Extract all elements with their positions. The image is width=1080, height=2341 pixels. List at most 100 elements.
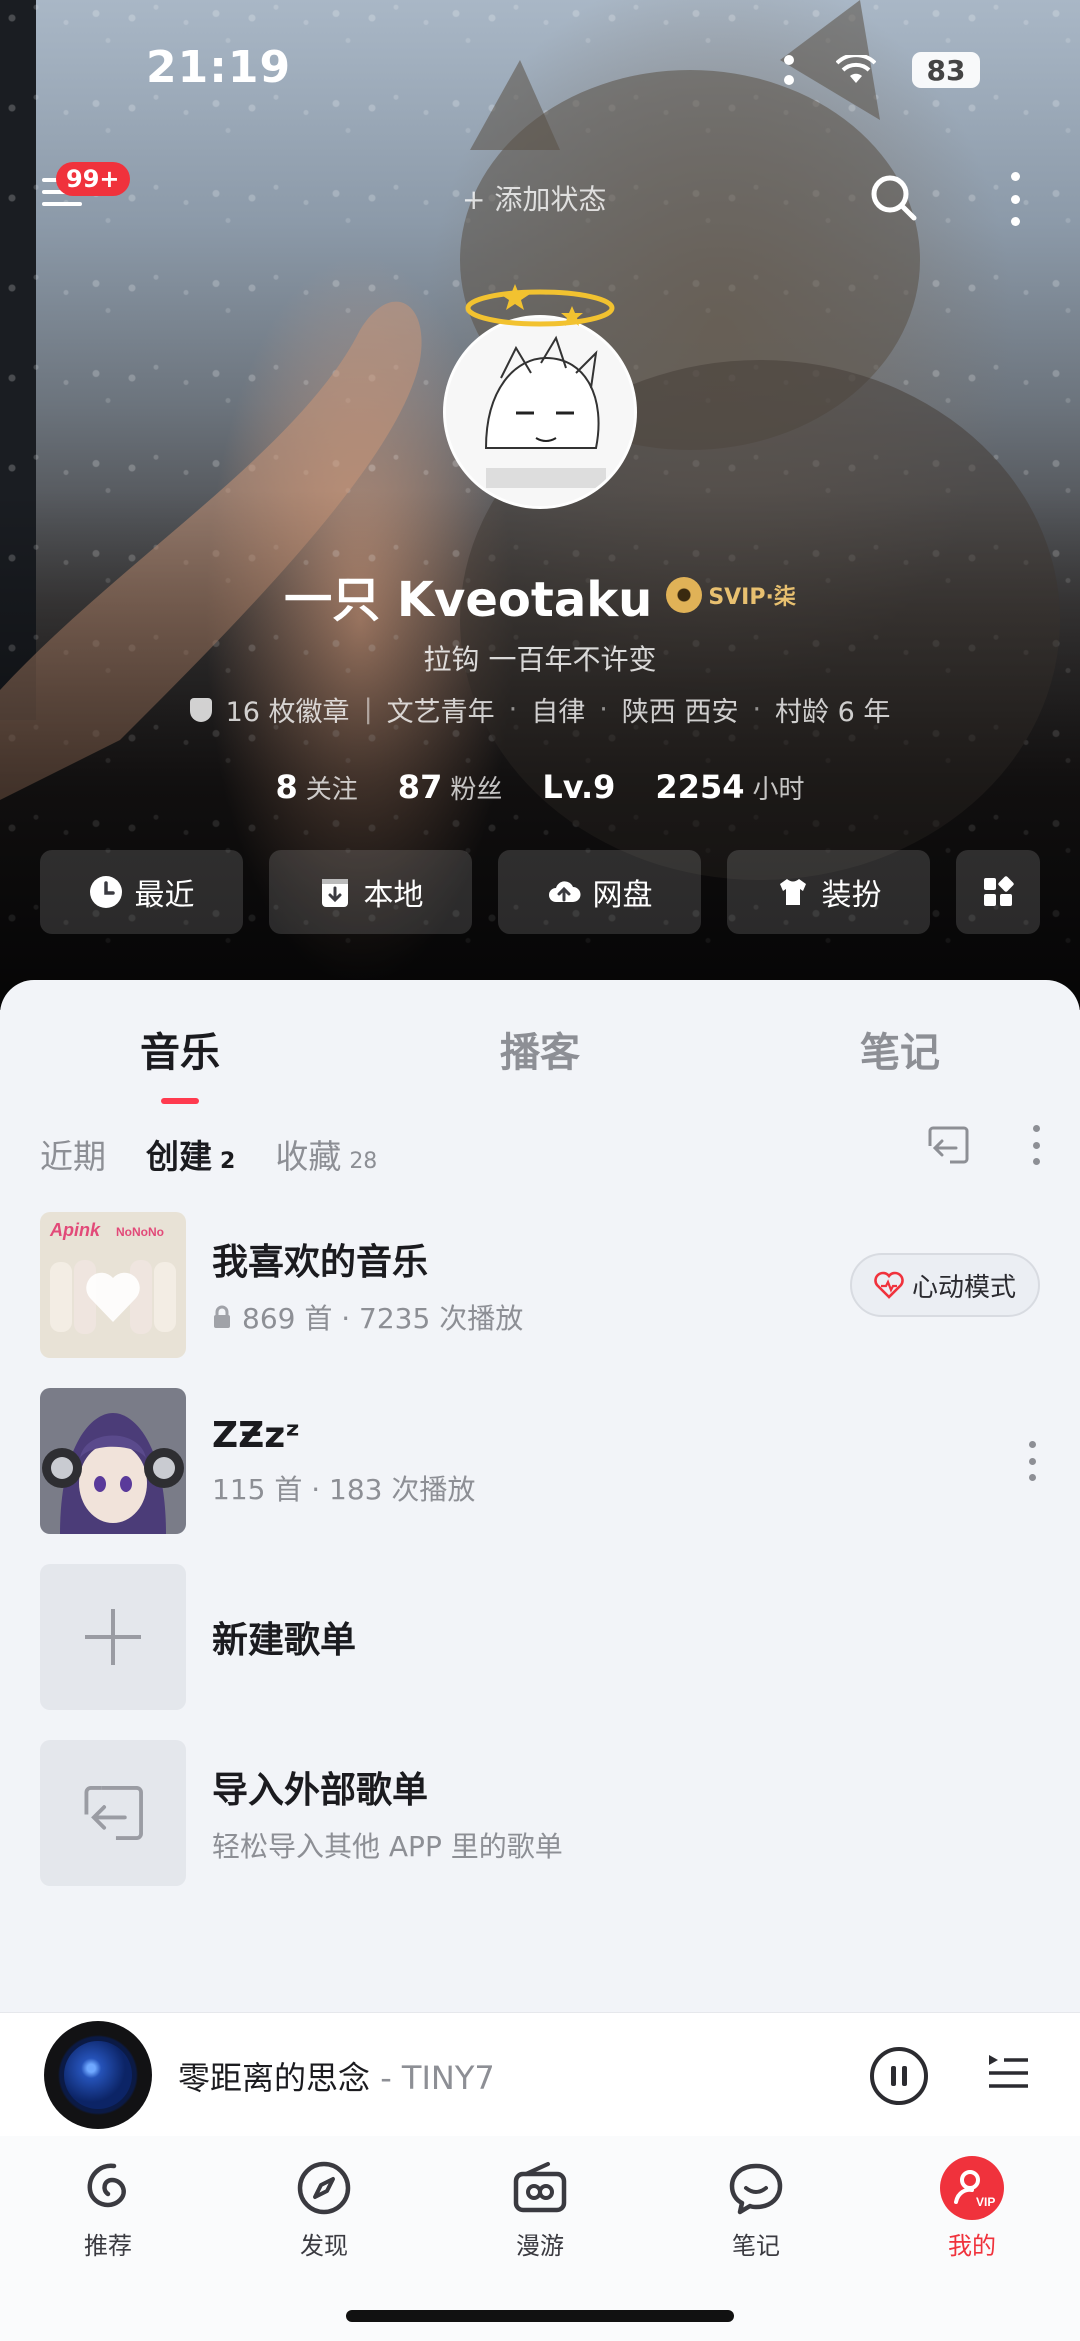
recommend-icon bbox=[87, 2163, 126, 2208]
playlist-tools bbox=[926, 1124, 1040, 1166]
tag-badges[interactable]: 16 枚徽章 bbox=[226, 690, 350, 729]
playlist-item-zzz[interactable]: ZƵzᶻ 115 首 · 183 次播放 bbox=[40, 1388, 1040, 1534]
import-icon bbox=[84, 1785, 143, 1841]
status-icons: 83 bbox=[784, 52, 980, 88]
playlist-queue-icon[interactable] bbox=[986, 2051, 1030, 2095]
tag-item: 自律 bbox=[531, 697, 586, 728]
plus-icon bbox=[85, 1609, 141, 1665]
heartbeat-mode-button[interactable]: 心动模式 bbox=[849, 1253, 1040, 1317]
cloud-drive-button[interactable]: 网盘 bbox=[498, 850, 701, 934]
heartbeat-mode-label: 心动模式 bbox=[911, 1272, 1016, 1303]
tag-item: 村龄 6 年 bbox=[775, 697, 891, 728]
playlist-info: ZƵzᶻ 115 首 · 183 次播放 bbox=[212, 1415, 1028, 1508]
nav-recommend[interactable]: 推荐 bbox=[0, 2136, 216, 2341]
playlist-more-icon[interactable] bbox=[1028, 1441, 1036, 1481]
playlist-meta: 869 首 · 7235 次播放 bbox=[212, 1297, 850, 1337]
svip-badge[interactable]: SVIP·柒 bbox=[666, 577, 796, 613]
nav-notes-label: 笔记 bbox=[732, 2232, 780, 2260]
status-time: 21:19 bbox=[146, 42, 292, 93]
now-playing-text[interactable]: 零距离的思念 - TINY7 bbox=[178, 2053, 495, 2099]
dress-up-button[interactable]: 装扮 bbox=[727, 850, 930, 934]
tag-dot: · bbox=[752, 694, 762, 725]
clock-icon bbox=[89, 876, 122, 908]
vinyl-disc-icon bbox=[666, 577, 703, 613]
pause-button[interactable] bbox=[870, 2047, 928, 2105]
nav-me-label: 我的 bbox=[948, 2232, 996, 2260]
playlist-stats: 869 首 · 7235 次播放 bbox=[242, 1302, 524, 1335]
playlist-cover: Apink NoNoNo bbox=[40, 1212, 186, 1358]
radio-icon bbox=[513, 2162, 567, 2213]
create-playlist-item[interactable]: 新建歌单 bbox=[40, 1564, 1040, 1710]
playlist-info: 我喜欢的音乐 869 首 · 7235 次播放 bbox=[212, 1233, 850, 1337]
dress-up-label: 装扮 bbox=[821, 878, 882, 913]
avatar-illustration bbox=[446, 318, 634, 506]
playlist-stats: 115 首 · 183 次播放 bbox=[212, 1472, 476, 1506]
subtab-created[interactable]: 创建 2 bbox=[146, 1130, 235, 1178]
tab-podcast[interactable]: 播客 bbox=[360, 1020, 720, 1078]
nav-discover-label: 发现 bbox=[300, 2232, 348, 2260]
now-playing-artist: - TINY7 bbox=[370, 2059, 495, 2097]
shirt-icon bbox=[779, 879, 806, 905]
now-playing-album-disc[interactable] bbox=[44, 2021, 152, 2129]
subtab-recent[interactable]: 近期 bbox=[40, 1130, 106, 1178]
stat-followers[interactable]: 87 粉丝 bbox=[398, 768, 503, 806]
create-playlist-label: 新建歌单 bbox=[212, 1620, 357, 1661]
playlist-sub-tabs: 近期 创建 2 收藏 28 bbox=[40, 1130, 377, 1178]
profile-icon: VIP bbox=[940, 2156, 1004, 2220]
import-playlist-icon[interactable] bbox=[926, 1124, 970, 1166]
search-icon[interactable] bbox=[868, 172, 918, 222]
add-status-button[interactable]: + 添加状态 bbox=[462, 178, 606, 218]
tab-music[interactable]: 音乐 bbox=[0, 1020, 360, 1104]
badge-icon bbox=[189, 697, 212, 722]
compass-icon bbox=[297, 2161, 351, 2215]
album-art-anime-headphones bbox=[40, 1388, 186, 1534]
stat-following[interactable]: 8 关注 bbox=[276, 768, 358, 806]
playlist-title: 我喜欢的音乐 bbox=[212, 1242, 429, 1283]
recent-button[interactable]: 最近 bbox=[40, 850, 243, 934]
avatar[interactable] bbox=[443, 315, 637, 509]
playlist-info: 导入外部歌单 轻松导入其他 APP 里的歌单 bbox=[212, 1761, 1040, 1865]
import-playlist-label: 导入外部歌单 bbox=[212, 1770, 429, 1811]
stat-level[interactable]: Lv.9 bbox=[542, 768, 615, 806]
tag-divider: | bbox=[363, 694, 373, 725]
heartbeat-icon bbox=[874, 1271, 904, 1299]
create-playlist-cover bbox=[40, 1564, 186, 1710]
playlist-info: 新建歌单 bbox=[212, 1611, 1040, 1663]
subtab-collected[interactable]: 收藏 28 bbox=[275, 1130, 377, 1178]
import-playlist-item[interactable]: 导入外部歌单 轻松导入其他 APP 里的歌单 bbox=[40, 1740, 1040, 1886]
svip-label: SVIP·柒 bbox=[708, 585, 796, 610]
more-options-icon[interactable] bbox=[1008, 172, 1022, 226]
tab-notes[interactable]: 笔记 bbox=[720, 1020, 1080, 1078]
svg-text:Apink: Apink bbox=[49, 1220, 101, 1240]
local-button[interactable]: 本地 bbox=[269, 850, 472, 934]
tag-item: 陕西 西安 bbox=[621, 697, 739, 728]
download-icon bbox=[321, 879, 348, 907]
nav-me[interactable]: VIP 我的 bbox=[864, 2136, 1080, 2341]
import-playlist-description: 轻松导入其他 APP 里的歌单 bbox=[212, 1830, 563, 1863]
tag-item: 文艺青年 bbox=[386, 697, 495, 728]
album-art-apink: Apink NoNoNo bbox=[40, 1212, 186, 1358]
main-tabs: 音乐 播客 笔记 bbox=[0, 1020, 1080, 1104]
playlist-title: ZƵzᶻ bbox=[212, 1414, 301, 1456]
wifi-icon bbox=[836, 55, 876, 83]
tag-dot: · bbox=[508, 694, 518, 725]
profile-stats: 8 关注 87 粉丝 Lv.9 2254 小时 bbox=[0, 768, 1080, 806]
playlist-item-liked[interactable]: Apink NoNoNo 我喜欢的音乐 869 首 · 7235 次播放 心动模… bbox=[40, 1212, 1040, 1358]
more-options-icon[interactable] bbox=[1032, 1125, 1040, 1165]
chat-icon bbox=[729, 2163, 783, 2215]
username-row: 一只 Kveotaku SVIP·柒 bbox=[0, 560, 1080, 630]
signal-icon bbox=[784, 55, 800, 85]
svg-text:NoNoNo: NoNoNo bbox=[116, 1225, 164, 1239]
stat-listen-hours[interactable]: 2254 小时 bbox=[655, 768, 804, 806]
nav-recommend-label: 推荐 bbox=[84, 2232, 132, 2260]
tag-dot: · bbox=[599, 694, 608, 725]
nav-roam-label: 漫游 bbox=[516, 2232, 564, 2260]
local-label: 本地 bbox=[363, 878, 424, 913]
home-indicator[interactable] bbox=[346, 2310, 734, 2322]
more-apps-button[interactable] bbox=[956, 850, 1040, 934]
avatar-halo-decoration bbox=[465, 284, 615, 327]
mini-player[interactable]: 零距离的思念 - TINY7 bbox=[0, 2012, 1080, 2136]
user-signature: 拉钩 一百年不许变 bbox=[423, 643, 657, 676]
playlist-meta: 115 首 · 183 次播放 bbox=[212, 1468, 1028, 1508]
lock-icon bbox=[214, 1305, 230, 1328]
